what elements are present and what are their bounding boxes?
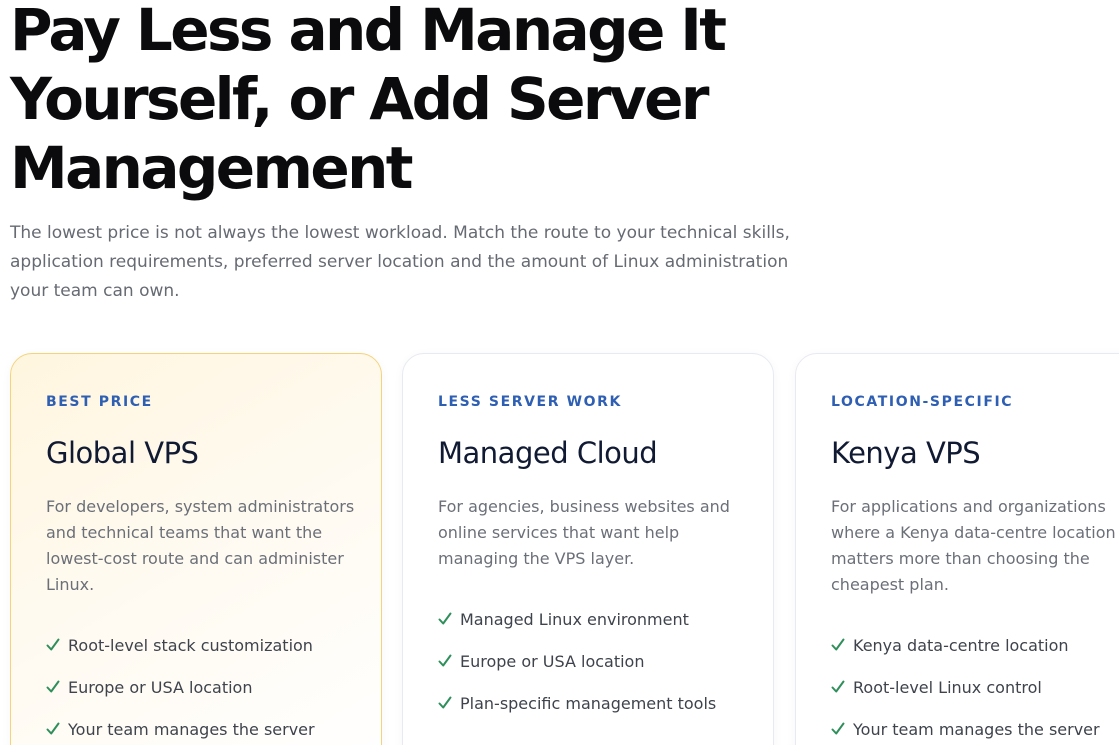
page-intro-text: The lowest price is not always the lowes…: [10, 223, 790, 301]
plan-description: For agencies, business websites and onli…: [438, 497, 730, 568]
check-icon: [831, 680, 845, 693]
feature-item: Your team manages the server: [831, 708, 1100, 745]
feature-item: Plan-specific management tools: [438, 682, 716, 724]
plan-feature-list: Root-level stack customization Europe or…: [46, 624, 315, 745]
check-icon: [438, 612, 452, 625]
feature-item: Root-level Linux control: [831, 666, 1100, 708]
feature-label: Europe or USA location: [68, 677, 253, 697]
plan-eyebrow: LESS SERVER WORK: [438, 394, 622, 410]
plan-eyebrow: BEST PRICE: [46, 394, 153, 410]
feature-label: Root-level Linux control: [853, 677, 1042, 697]
check-icon: [46, 638, 60, 651]
feature-label: Kenya data-centre location: [853, 635, 1069, 655]
feature-label: Your team manages the server: [68, 719, 315, 739]
feature-label: Your team manages the server: [853, 719, 1100, 739]
check-icon: [831, 722, 845, 735]
feature-label: Root-level stack customization: [68, 635, 313, 655]
page-title: Pay Less and Manage It Yourself, or Add …: [10, 0, 727, 202]
check-icon: [438, 654, 452, 667]
plan-card-managed-cloud[interactable]: LESS SERVER WORK Managed Cloud For agenc…: [402, 353, 774, 745]
feature-label: Managed Linux environment: [460, 609, 689, 629]
check-icon: [831, 638, 845, 651]
plan-feature-list: Kenya data-centre location Root-level Li…: [831, 624, 1100, 745]
plan-card-global-vps[interactable]: BEST PRICE Global VPS For developers, sy…: [10, 353, 382, 745]
check-icon: [438, 696, 452, 709]
plan-title[interactable]: Global VPS: [46, 436, 199, 470]
feature-item: Europe or USA location: [46, 666, 315, 708]
check-icon: [46, 680, 60, 693]
plan-title[interactable]: Kenya VPS: [831, 436, 981, 470]
feature-item: Managed Linux environment: [438, 598, 716, 640]
plan-eyebrow: LOCATION-SPECIFIC: [831, 394, 1014, 410]
plan-description: For applications and organizations where…: [831, 497, 1116, 594]
check-icon: [46, 722, 60, 735]
feature-item: Europe or USA location: [438, 640, 716, 682]
plan-description: For developers, system administrators an…: [46, 497, 355, 594]
feature-item: Your team manages the server: [46, 708, 315, 745]
feature-item: Kenya data-centre location: [831, 624, 1100, 666]
plan-card-kenya-vps[interactable]: LOCATION-SPECIFIC Kenya VPS For applicat…: [795, 353, 1119, 745]
feature-item: Root-level stack customization: [46, 624, 315, 666]
feature-label: Plan-specific management tools: [460, 693, 717, 713]
plan-title[interactable]: Managed Cloud: [438, 436, 658, 470]
plan-feature-list: Managed Linux environment Europe or USA …: [438, 598, 716, 724]
feature-label: Europe or USA location: [460, 651, 645, 671]
